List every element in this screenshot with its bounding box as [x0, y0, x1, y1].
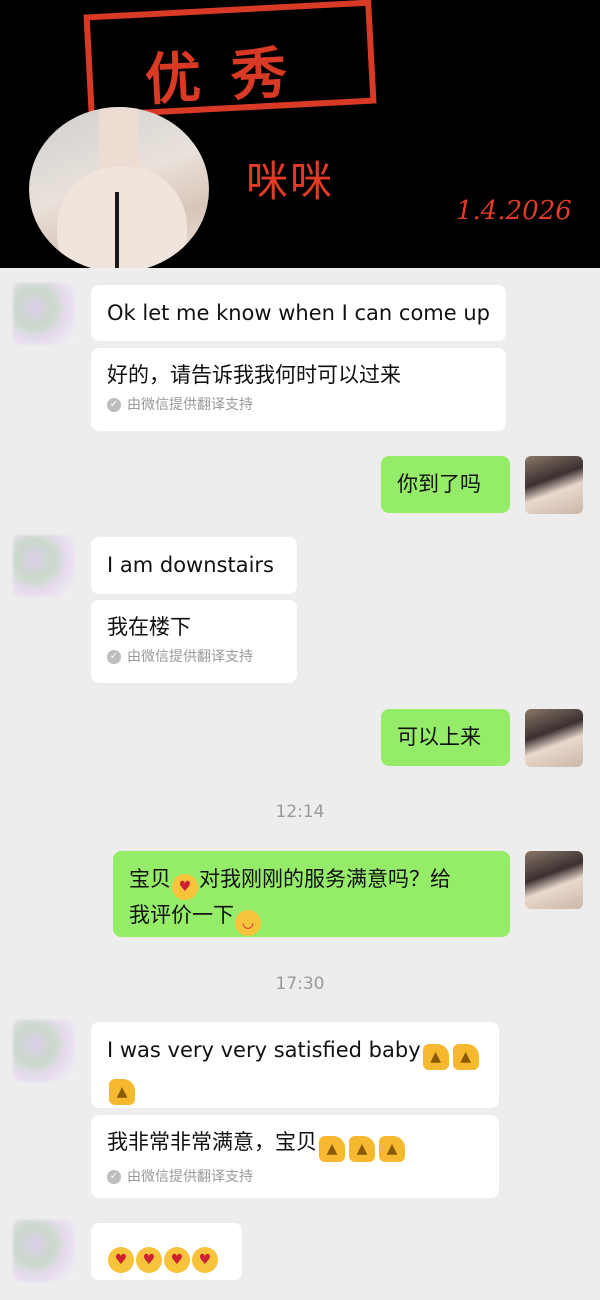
- message-bubble-incoming[interactable]: Ok let me know when I can come up: [91, 285, 506, 341]
- message-bubble-outgoing[interactable]: 可以上来: [381, 709, 510, 766]
- thumbs-up-emoji: ▲: [349, 1136, 375, 1162]
- message-text: 对我刚刚的服务满意吗？给: [199, 867, 451, 891]
- thumbs-up-emoji: ▲: [109, 1079, 135, 1105]
- translation-note-text: 由微信提供翻译支持: [127, 1169, 253, 1185]
- my-avatar[interactable]: [525, 709, 583, 767]
- message-bubble-outgoing[interactable]: 宝贝 ♥ 对我刚刚的服务满意吗？给 我评价一下 ◡: [113, 851, 510, 937]
- contact-avatar[interactable]: [13, 283, 75, 345]
- translation-note: ✓ 由微信提供翻译支持: [107, 648, 281, 666]
- message-bubble-incoming[interactable]: I was very very satisfied baby ▲ ▲ ▲: [91, 1022, 499, 1108]
- thumbs-up-emoji: ▲: [422, 1044, 449, 1070]
- message-text: I am downstairs: [107, 553, 274, 577]
- message-text: 我评价一下: [129, 903, 234, 927]
- message-text: 宝贝: [129, 867, 171, 891]
- contact-avatar[interactable]: [13, 1220, 75, 1282]
- thumbs-up-emoji: ▲: [452, 1044, 479, 1070]
- my-avatar[interactable]: [525, 456, 583, 514]
- profile-photo: [29, 107, 209, 268]
- translation-note: ✓ 由微信提供翻译支持: [107, 396, 490, 414]
- contact-avatar[interactable]: [13, 535, 75, 597]
- thumbs-up-emoji: ▲: [379, 1136, 405, 1162]
- translation-bubble[interactable]: 我非常非常满意，宝贝 ▲ ▲ ▲ ✓ 由微信提供翻译支持: [91, 1115, 499, 1198]
- header-date: 1.4.2026: [456, 196, 572, 226]
- thumbs-up-emoji: ▲: [319, 1136, 345, 1162]
- photo-detail: [115, 192, 119, 268]
- translation-note-text: 由微信提供翻译支持: [127, 649, 253, 665]
- contact-avatar[interactable]: [13, 1020, 75, 1082]
- my-avatar[interactable]: [525, 851, 583, 909]
- message-bubble-incoming[interactable]: ♥ ♥ ♥ ♥: [91, 1223, 242, 1280]
- timestamp: 17:30: [275, 974, 325, 994]
- heart-eyes-emoji: ♥: [136, 1247, 162, 1273]
- translation-note: ✓ 由微信提供翻译支持: [107, 1168, 483, 1186]
- message-text: Ok let me know when I can come up: [107, 301, 490, 325]
- heart-eyes-emoji: ♥: [192, 1247, 218, 1273]
- translation-note-text: 由微信提供翻译支持: [127, 397, 253, 413]
- nickname: 咪咪: [246, 157, 335, 206]
- message-text: I was very very satisfied baby: [107, 1038, 421, 1062]
- message-bubble-outgoing[interactable]: 你到了吗: [381, 456, 510, 513]
- stamp-frame: 优秀: [83, 0, 377, 119]
- smiling-emoji: ◡: [235, 910, 261, 936]
- heart-eyes-emoji: ♥: [108, 1247, 134, 1273]
- translation-text: 我非常非常满意，宝贝: [107, 1130, 317, 1154]
- translation-text: 我在楼下: [107, 615, 191, 639]
- message-bubble-incoming[interactable]: I am downstairs: [91, 537, 297, 594]
- check-circle-icon: ✓: [107, 1170, 121, 1184]
- photo-detail: [57, 167, 187, 268]
- smiling-face-with-hearts-emoji: ♥: [172, 874, 198, 900]
- translation-bubble[interactable]: 好的，请告诉我我何时可以过来 ✓ 由微信提供翻译支持: [91, 348, 506, 431]
- check-circle-icon: ✓: [107, 650, 121, 664]
- header-banner: 优秀 咪咪 1.4.2026: [0, 0, 600, 268]
- check-circle-icon: ✓: [107, 398, 121, 412]
- timestamp: 12:14: [275, 802, 325, 822]
- message-text: 可以上来: [397, 725, 481, 749]
- translation-bubble[interactable]: 我在楼下 ✓ 由微信提供翻译支持: [91, 600, 297, 683]
- message-text: 你到了吗: [397, 472, 481, 496]
- stamp-text: 优秀: [143, 38, 319, 114]
- translation-text: 好的，请告诉我我何时可以过来: [107, 363, 401, 387]
- heart-eyes-emoji: ♥: [164, 1247, 190, 1273]
